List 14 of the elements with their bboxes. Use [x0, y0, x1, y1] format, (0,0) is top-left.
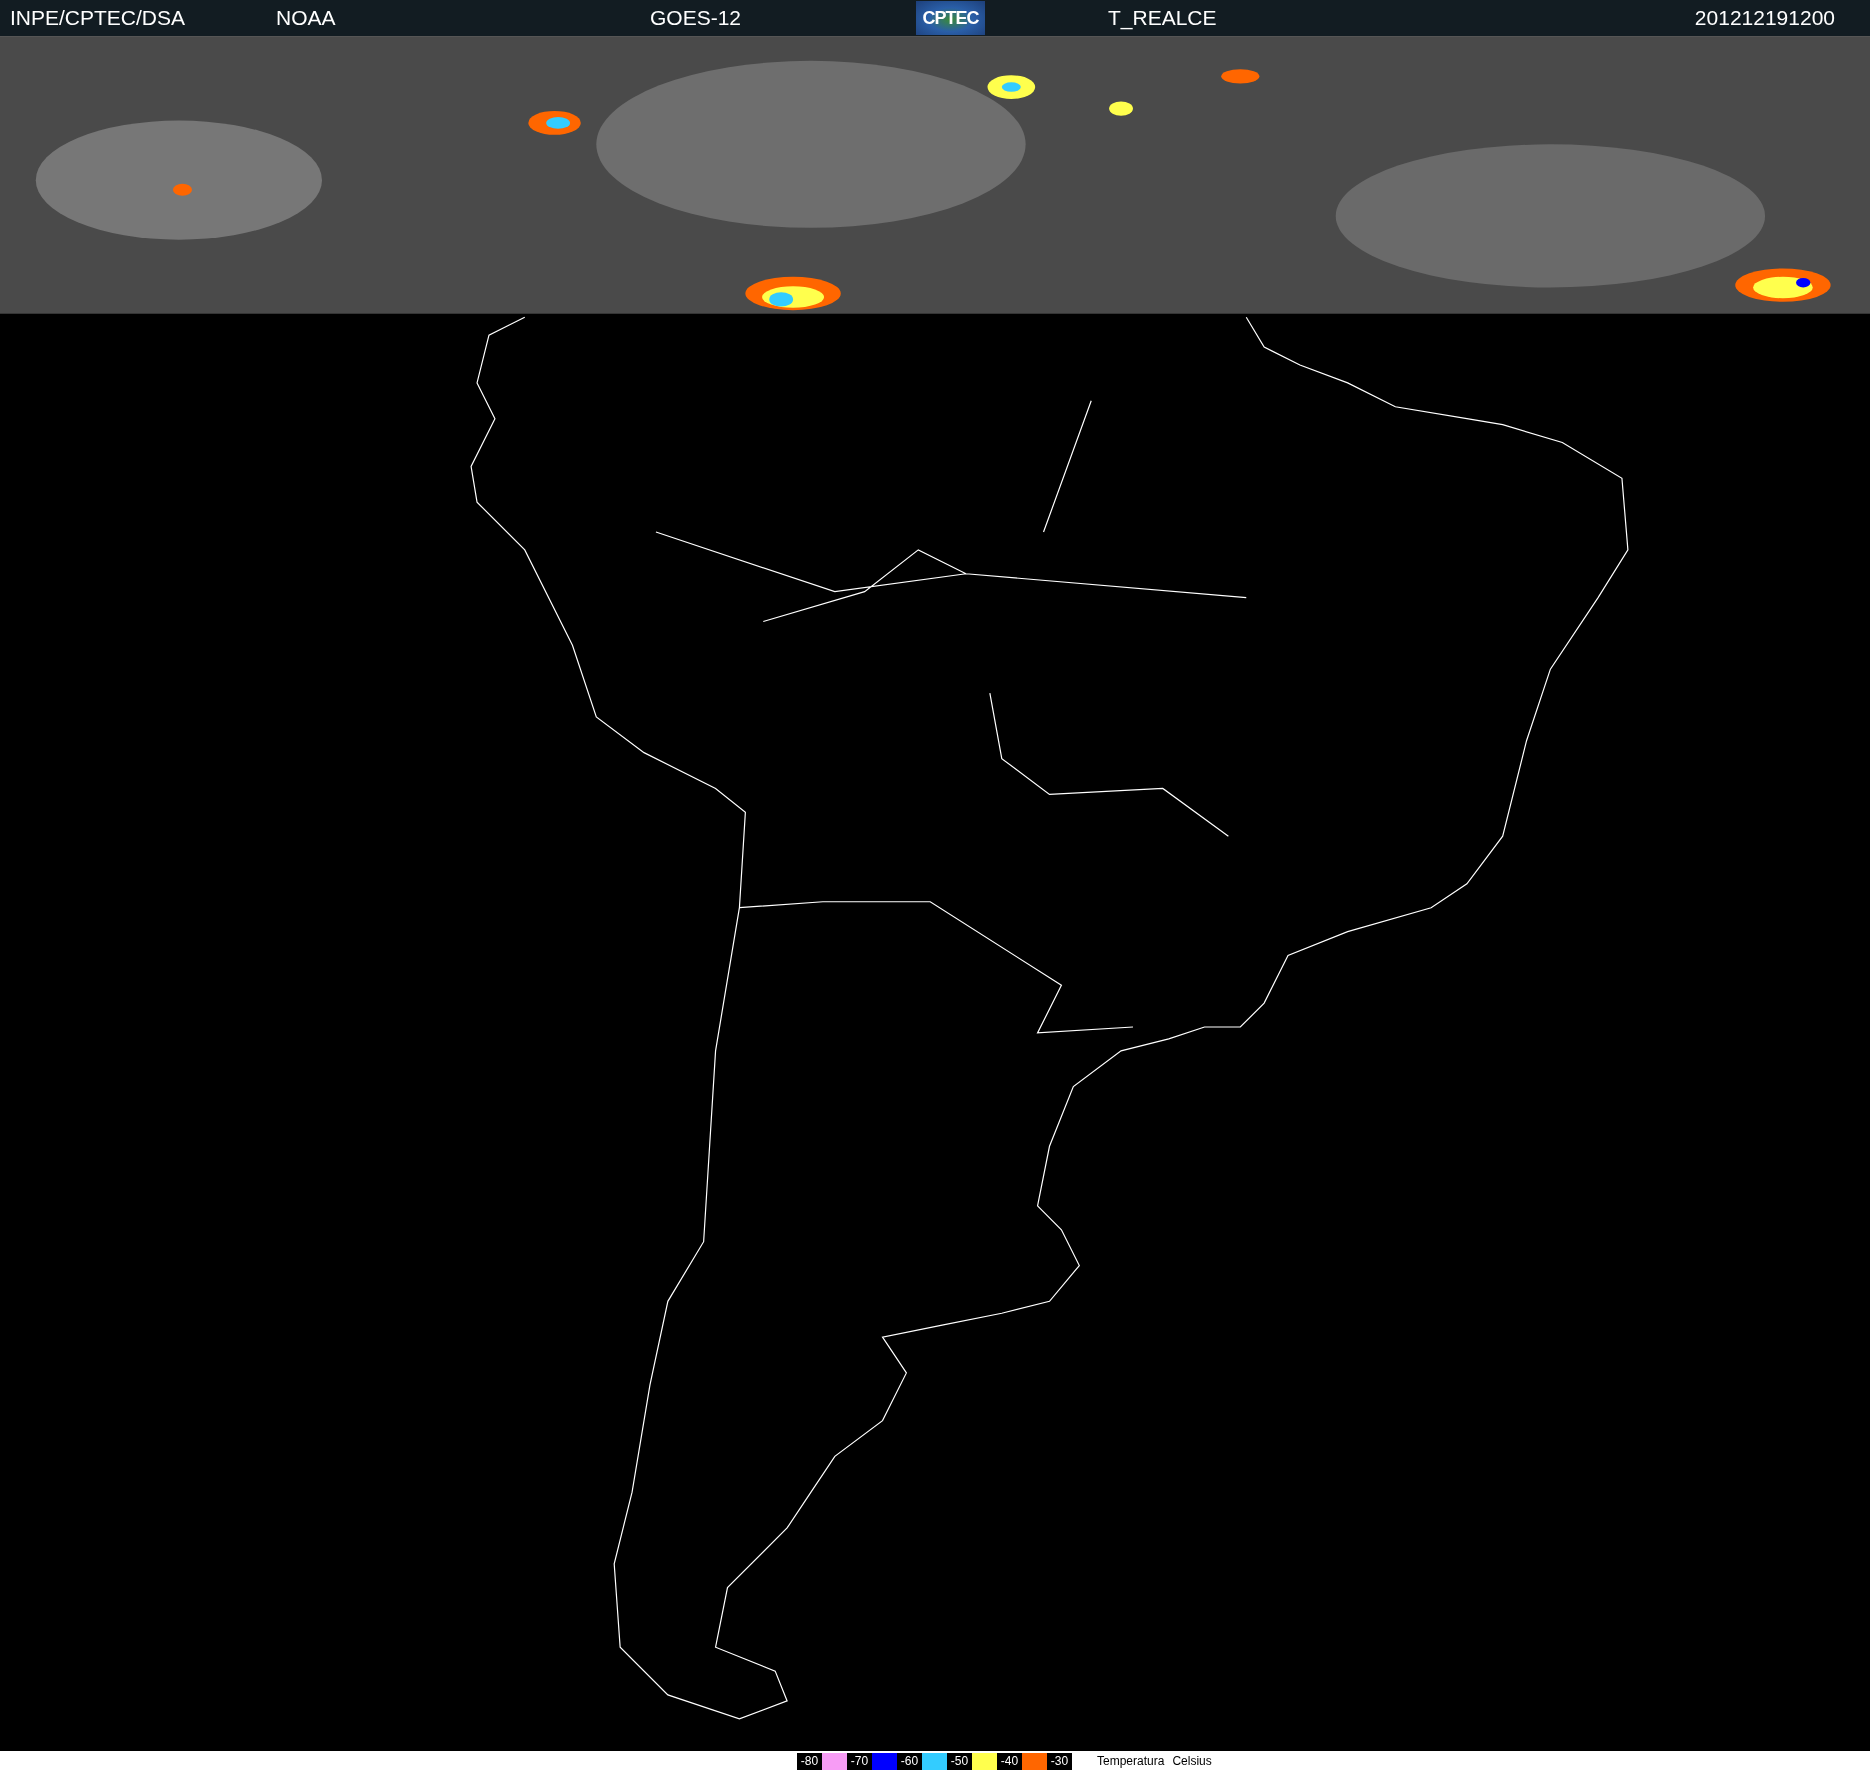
agency-label: NOAA — [276, 6, 337, 30]
logo: CPTEC — [916, 1, 985, 35]
unit-label: Celsius — [1172, 1754, 1212, 1768]
legend-value: -50 — [947, 1752, 972, 1770]
source-label: INPE/CPTEC/DSA — [9, 6, 187, 30]
satellite-label: GOES-12 — [650, 6, 743, 30]
product-label: T_REALCE — [1108, 6, 1218, 30]
legend-value: -60 — [897, 1752, 922, 1770]
timestamp-label: 201212191200 — [1694, 6, 1836, 30]
legend-value: -70 — [847, 1752, 872, 1770]
legend-value: -30 — [1047, 1752, 1072, 1770]
legend-title: Temperatura — [1097, 1754, 1165, 1768]
legend-value: -40 — [997, 1752, 1022, 1770]
legend-value: -80 — [797, 1752, 822, 1770]
